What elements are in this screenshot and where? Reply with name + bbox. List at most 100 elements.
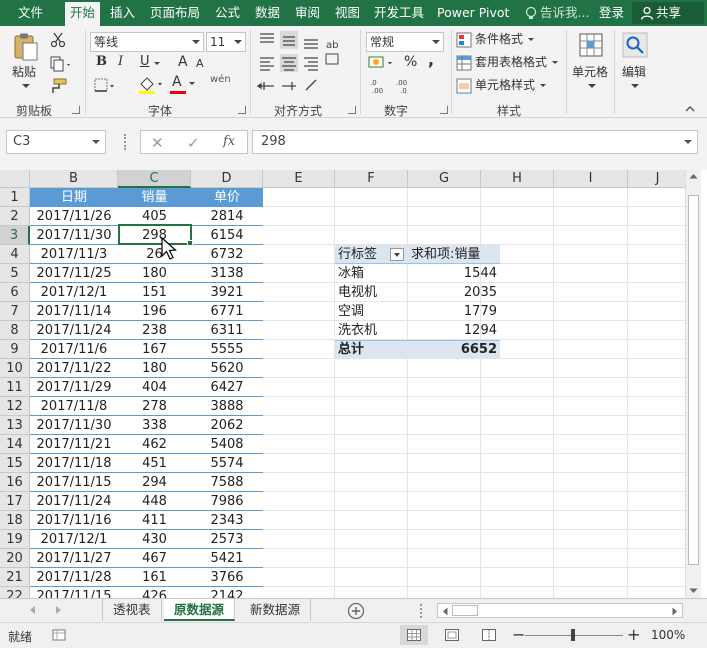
table-cell[interactable]: 7588: [191, 473, 263, 492]
table-cell[interactable]: 467: [118, 549, 191, 568]
alignment-launcher-icon[interactable]: [348, 106, 356, 114]
table-cell[interactable]: 2017/11/28: [30, 568, 118, 587]
empty-cell[interactable]: [335, 549, 408, 568]
login-link[interactable]: 登录: [599, 0, 624, 26]
table-cell[interactable]: 462: [118, 435, 191, 454]
phonetic-guide-button[interactable]: wén: [208, 74, 236, 96]
cells-button[interactable]: 单元格: [572, 62, 608, 82]
empty-cell[interactable]: [554, 492, 628, 511]
empty-cell[interactable]: [335, 359, 408, 378]
bold-button[interactable]: B: [96, 52, 107, 72]
table-cell[interactable]: 167: [118, 340, 191, 359]
empty-cell[interactable]: [263, 473, 335, 492]
empty-cell[interactable]: [408, 587, 481, 598]
empty-cell[interactable]: [481, 188, 554, 207]
row-header[interactable]: 20: [0, 549, 30, 568]
table-cell[interactable]: 3921: [191, 283, 263, 302]
empty-cell[interactable]: [335, 207, 408, 226]
table-cell[interactable]: 196: [118, 302, 191, 321]
empty-cell[interactable]: [481, 359, 554, 378]
empty-cell[interactable]: [408, 207, 481, 226]
pivot-row-item[interactable]: 电视机: [335, 283, 408, 302]
underline-dropdown-icon[interactable]: [154, 62, 160, 65]
scroll-right-icon[interactable]: [672, 607, 678, 616]
number-format-combo[interactable]: 常规: [366, 32, 444, 52]
table-cell[interactable]: 238: [118, 321, 191, 340]
empty-cell[interactable]: [628, 492, 685, 511]
table-cell[interactable]: 5421: [191, 549, 263, 568]
font-color-button[interactable]: A: [170, 74, 196, 96]
table-cell[interactable]: 2017/11/15: [30, 587, 118, 598]
empty-cell[interactable]: [335, 568, 408, 587]
empty-cell[interactable]: [335, 188, 408, 207]
empty-cell[interactable]: [481, 226, 554, 245]
empty-cell[interactable]: [335, 492, 408, 511]
page-layout-view-icon[interactable]: [445, 629, 459, 641]
empty-cell[interactable]: [408, 492, 481, 511]
row-header[interactable]: 18: [0, 511, 30, 530]
column-header[interactable]: F: [335, 170, 408, 188]
cell-styles-button[interactable]: 单元格样式: [475, 75, 535, 95]
accounting-format-icon[interactable]: [368, 54, 398, 72]
normal-view-button[interactable]: [400, 625, 428, 645]
empty-cell[interactable]: [408, 188, 481, 207]
empty-cell[interactable]: [628, 245, 685, 264]
pivot-total-label[interactable]: 总计: [335, 340, 408, 359]
empty-cell[interactable]: [408, 435, 481, 454]
row-header[interactable]: 22: [0, 587, 30, 598]
empty-cell[interactable]: [554, 587, 628, 598]
table-cell[interactable]: 2017/11/6: [30, 340, 118, 359]
empty-cell[interactable]: [628, 397, 685, 416]
empty-cell[interactable]: [628, 530, 685, 549]
table-cell[interactable]: 430: [118, 530, 191, 549]
clipboard-launcher-icon[interactable]: [72, 106, 80, 114]
confirm-icon[interactable]: ✓: [187, 134, 200, 152]
column-header[interactable]: C: [118, 170, 191, 188]
empty-cell[interactable]: [408, 378, 481, 397]
empty-cell[interactable]: [628, 511, 685, 530]
empty-cell[interactable]: [263, 549, 335, 568]
tell-me-box[interactable]: 告诉我...: [540, 0, 589, 26]
table-cell[interactable]: 278: [118, 397, 191, 416]
empty-cell[interactable]: [628, 549, 685, 568]
empty-cell[interactable]: [628, 283, 685, 302]
select-all-corner[interactable]: [0, 170, 30, 188]
pivot-value-label[interactable]: 求和项:销量: [408, 245, 500, 264]
row-header[interactable]: 19: [0, 530, 30, 549]
fill-handle[interactable]: [187, 240, 193, 246]
empty-cell[interactable]: [263, 302, 335, 321]
empty-cell[interactable]: [408, 359, 481, 378]
table-cell[interactable]: 6311: [191, 321, 263, 340]
empty-cell[interactable]: [335, 454, 408, 473]
empty-cell[interactable]: [481, 530, 554, 549]
empty-cell[interactable]: [628, 435, 685, 454]
table-cell[interactable]: 451: [118, 454, 191, 473]
empty-cell[interactable]: [335, 587, 408, 598]
table-cell[interactable]: 5574: [191, 454, 263, 473]
column-header[interactable]: H: [481, 170, 554, 188]
empty-cell[interactable]: [481, 416, 554, 435]
column-header[interactable]: I: [554, 170, 628, 188]
tab-data[interactable]: 数据: [255, 0, 280, 26]
decimal-buttons[interactable]: .0 .00 .00 .0: [370, 78, 420, 94]
row-header[interactable]: 3: [0, 226, 30, 245]
table-cell[interactable]: 2017/11/8: [30, 397, 118, 416]
column-header[interactable]: D: [191, 170, 263, 188]
row-header[interactable]: 17: [0, 492, 30, 511]
table-cell[interactable]: 180: [118, 359, 191, 378]
empty-cell[interactable]: [628, 264, 685, 283]
empty-cell[interactable]: [408, 454, 481, 473]
table-cell[interactable]: 151: [118, 283, 191, 302]
scroll-left-icon[interactable]: [442, 607, 448, 616]
table-cell[interactable]: 7986: [191, 492, 263, 511]
table-header-cell[interactable]: 日期: [30, 188, 118, 207]
empty-cell[interactable]: [408, 416, 481, 435]
font-launcher-icon[interactable]: [238, 106, 246, 114]
tab-formulas[interactable]: 公式: [215, 0, 240, 26]
empty-cell[interactable]: [263, 207, 335, 226]
cells-icon[interactable]: [578, 32, 604, 58]
italic-button[interactable]: I: [118, 52, 123, 72]
percent-button[interactable]: %: [404, 52, 417, 72]
alignment-buttons[interactable]: ab: [256, 30, 348, 100]
zoom-in-icon[interactable]: +: [627, 625, 640, 644]
